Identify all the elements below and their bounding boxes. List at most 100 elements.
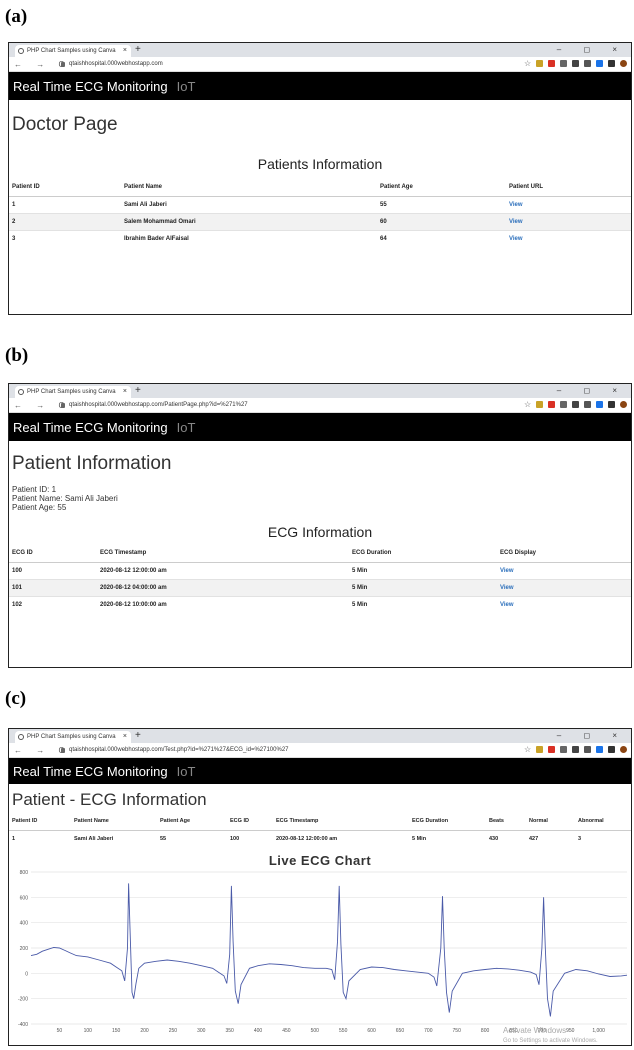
url-field[interactable]: qtaishhospital.000webhostapp.com/Patient…	[69, 398, 248, 413]
cell-ecg-timestamp: 2020-08-12 10:00:00 am	[97, 596, 349, 613]
cell-patient-id: 1	[9, 830, 71, 847]
app-title[interactable]: Real Time ECG Monitoring	[13, 420, 168, 435]
extension-icon[interactable]	[584, 401, 591, 408]
cell-ecg-id: 102	[9, 596, 97, 613]
extension-icon[interactable]	[548, 746, 555, 753]
view-link[interactable]: View	[506, 213, 631, 231]
page-title: Doctor Page	[12, 114, 118, 135]
panel-label-c: (c)	[5, 688, 27, 709]
tab-close-icon[interactable]: ×	[123, 386, 127, 398]
ecg-line-chart[interactable]: -400 -200 0 200 400 600 800 50 100 150 200 250 300 35…	[9, 868, 631, 1036]
table-header-row: Patient ID Patient Name Patient Age ECG …	[9, 812, 631, 831]
cell-patient-age: 60	[377, 213, 506, 231]
x-tick-label: 450	[282, 1028, 291, 1034]
address-bar: ← → C qtaishhospital.000webhostapp.com ☆	[9, 57, 631, 72]
extension-icon[interactable]	[572, 60, 579, 67]
patient-details: Patient ID: 1 Patient Name: Sami Ali Jab…	[12, 485, 631, 512]
view-link[interactable]: View	[506, 230, 631, 247]
browser-tab[interactable]: PHP Chart Samples using Canva ×	[15, 386, 131, 398]
extension-icon[interactable]	[596, 746, 603, 753]
bookmark-star-icon[interactable]: ☆	[524, 401, 531, 409]
avatar[interactable]	[620, 746, 627, 753]
y-tick-label: 0	[25, 971, 28, 977]
extension-icon[interactable]	[548, 60, 555, 67]
app-title[interactable]: Real Time ECG Monitoring	[13, 764, 168, 779]
browser-tabbar: PHP Chart Samples using Canva × + – ◻ ×	[9, 43, 631, 57]
activate-windows-watermark: Activate Windows Go to Settings to activ…	[503, 1025, 598, 1045]
extension-icon[interactable]	[548, 401, 555, 408]
column-header: Beats	[486, 812, 526, 831]
gmail-icon[interactable]	[560, 746, 567, 753]
y-tick-label: 200	[20, 946, 29, 952]
window-controls[interactable]: – ◻ ×	[557, 729, 627, 743]
extension-icon[interactable]	[536, 401, 543, 408]
nav-link-iot[interactable]: IoT	[177, 420, 196, 435]
app-navbar: Real Time ECG Monitoring IoT	[9, 758, 631, 784]
page-title: Patient - ECG Information	[12, 790, 207, 809]
table-header-row: Patient ID Patient Name Patient Age Pati…	[9, 178, 631, 197]
browser-tab[interactable]: PHP Chart Samples using Canva ×	[15, 731, 131, 743]
favicon-icon	[18, 48, 24, 54]
extension-icon[interactable]	[536, 746, 543, 753]
lock-icon	[61, 748, 65, 753]
url-field[interactable]: qtaishhospital.000webhostapp.com/Test.ph…	[69, 743, 289, 758]
column-header: Abnormal	[575, 812, 631, 831]
bookmark-star-icon[interactable]: ☆	[524, 746, 531, 754]
column-header: Patient URL	[506, 178, 631, 197]
extension-icon[interactable]	[596, 60, 603, 67]
activate-subtitle: Go to Settings to activate Windows.	[503, 1038, 598, 1044]
url-field[interactable]: qtaishhospital.000webhostapp.com	[69, 57, 163, 72]
cell-ecg-id: 100	[9, 562, 97, 580]
window-controls[interactable]: – ◻ ×	[557, 43, 627, 57]
cell-patient-id: 1	[9, 196, 121, 214]
screenshot-patient-page: PHP Chart Samples using Canva × + – ◻ × …	[8, 383, 632, 668]
column-header: ECG Display	[497, 544, 631, 563]
x-tick-label: 100	[84, 1028, 93, 1034]
view-link[interactable]: View	[497, 596, 631, 613]
avatar[interactable]	[620, 401, 627, 408]
cell-ecg-id: 101	[9, 579, 97, 597]
column-header: ECG Duration	[349, 544, 497, 563]
avatar[interactable]	[620, 60, 627, 67]
tab-close-icon[interactable]: ×	[123, 731, 127, 743]
column-header: ECG Timestamp	[273, 812, 409, 831]
y-tick-label: -200	[18, 997, 28, 1003]
x-tick-label: 200	[140, 1028, 149, 1034]
puzzle-icon[interactable]	[608, 401, 615, 408]
extension-icon[interactable]	[572, 746, 579, 753]
x-tick-label: 400	[254, 1028, 263, 1034]
x-tick-label: 300	[197, 1028, 206, 1034]
column-header: Patient ID	[9, 812, 71, 831]
cell-ecg-timestamp: 2020-08-12 12:00:00 am	[97, 562, 349, 580]
bookmark-star-icon[interactable]: ☆	[524, 60, 531, 68]
nav-link-iot[interactable]: IoT	[177, 79, 196, 94]
puzzle-icon[interactable]	[608, 746, 615, 753]
tab-close-icon[interactable]: ×	[123, 45, 127, 57]
cell-patient-age: 55	[377, 196, 506, 214]
lock-icon	[61, 62, 65, 67]
patient-id-text: Patient ID: 1	[12, 485, 57, 494]
view-link[interactable]: View	[497, 579, 631, 597]
new-tab-button[interactable]: +	[135, 43, 141, 57]
column-header: Normal	[526, 812, 575, 831]
extension-icon[interactable]	[596, 401, 603, 408]
extension-icon[interactable]	[584, 60, 591, 67]
puzzle-icon[interactable]	[608, 60, 615, 67]
gmail-icon[interactable]	[560, 60, 567, 67]
view-link[interactable]: View	[497, 562, 631, 580]
cell-abnormal: 3	[575, 830, 631, 847]
view-link[interactable]: View	[506, 196, 631, 214]
favicon-icon	[18, 389, 24, 395]
window-controls[interactable]: – ◻ ×	[557, 384, 627, 398]
browser-tab[interactable]: PHP Chart Samples using Canva ×	[15, 45, 131, 57]
browser-tabbar: PHP Chart Samples using Canva × + – ◻ ×	[9, 729, 631, 743]
new-tab-button[interactable]: +	[135, 384, 141, 398]
nav-link-iot[interactable]: IoT	[177, 764, 196, 779]
app-title[interactable]: Real Time ECG Monitoring	[13, 79, 168, 94]
gmail-icon[interactable]	[560, 401, 567, 408]
extension-icon[interactable]	[584, 746, 591, 753]
new-tab-button[interactable]: +	[135, 729, 141, 743]
extension-icon[interactable]	[536, 60, 543, 67]
column-header: ECG ID	[9, 544, 97, 563]
extension-icon[interactable]	[572, 401, 579, 408]
